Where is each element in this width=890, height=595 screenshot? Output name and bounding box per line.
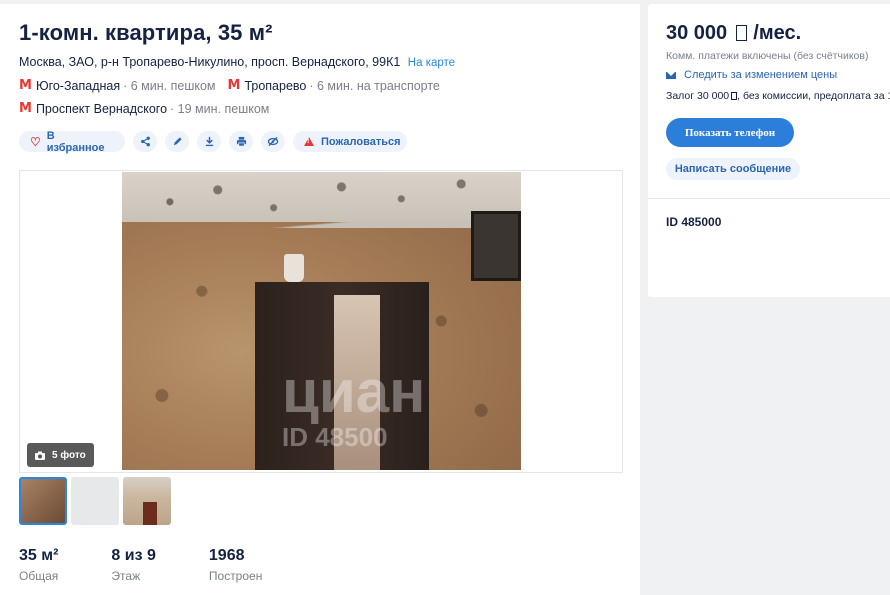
thumbnail[interactable] [71, 477, 119, 525]
metro-name: Проспект Вернадского [35, 101, 168, 116]
photo-count-badge[interactable]: 5 фото [27, 443, 94, 467]
stat-label: Общая [19, 569, 59, 583]
follow-price-label: Следить за изменением цены [684, 69, 838, 81]
metro-station[interactable]: М Тропарево · 6 мин. на транспорте [228, 78, 440, 93]
photo-count-text: 5 фото [52, 449, 86, 461]
metro-row-1: М Юго-Западная · 6 мин. пешком М Тропаре… [19, 78, 452, 93]
write-message-button[interactable]: Написать сообщение [666, 158, 800, 180]
metro-station[interactable]: М Юго-Западная · 6 мин. пешком [19, 78, 216, 93]
listing-id: ID 485000 [666, 215, 722, 229]
thumbnail-strip [19, 477, 171, 525]
follow-price-link[interactable]: Следить за изменением цены [666, 69, 837, 81]
photo-gallery[interactable]: циан ID 48500 5 фото [19, 170, 623, 473]
stat-label: Этаж [111, 569, 141, 583]
stat-value: 8 из 9 [111, 547, 156, 564]
hide-button[interactable] [261, 131, 285, 152]
address-text: Москва, ЗАО, р-н Тропарево-Никулино, про… [19, 55, 401, 69]
deposit-amount: Залог 30 000 [666, 90, 730, 102]
main-photo[interactable]: циан ID 48500 [122, 172, 521, 470]
camera-icon [35, 451, 45, 460]
metro-name: Тропарево [244, 78, 307, 93]
stat-floor: 8 из 9 Этаж [111, 547, 155, 583]
share-button[interactable] [133, 131, 157, 152]
favorite-button[interactable]: ♡ В избранное [19, 129, 125, 154]
pencil-icon [173, 137, 182, 146]
metro-name: Юго-Западная [35, 78, 121, 93]
deposit-details: , без комиссии, предоплата за 1 ме [737, 90, 890, 102]
stat-area: 35 м² Общая [19, 547, 58, 583]
print-button[interactable] [229, 131, 253, 152]
price-suffix: /мес. [753, 22, 802, 44]
apartment-stats: 35 м² Общая 8 из 9 Этаж 1968 Построен [19, 547, 302, 583]
utilities-note: Комм. платежи включены (без счётчиков) [666, 50, 869, 62]
heart-icon: ♡ [30, 134, 41, 149]
stat-label: Построен [208, 569, 263, 583]
stat-value: 35 м² [19, 547, 59, 564]
price-sidebar: 30 000 /мес. Комм. платежи включены (без… [648, 4, 890, 297]
metro-station[interactable]: М Проспект Вернадского · 19 мин. пешком [19, 101, 269, 116]
photo-wall-picture [471, 211, 521, 281]
price-amount: 30 000 [666, 22, 728, 44]
envelope-icon [666, 71, 676, 79]
eye-off-icon [267, 136, 279, 147]
metro-distance: · 6 мин. на транспорте [309, 78, 440, 93]
photo-watermark-id: ID 48500 [282, 422, 388, 452]
warning-icon [304, 137, 314, 146]
address-line: Москва, ЗАО, р-н Тропарево-Никулино, про… [19, 55, 455, 69]
metro-distance: · 19 мин. пешком [170, 101, 270, 116]
thumbnail[interactable] [19, 477, 67, 525]
divider [648, 198, 890, 199]
share-icon [140, 136, 150, 147]
photo-watermark: циан [282, 358, 426, 425]
complain-label: Пожаловаться [321, 135, 401, 148]
download-button[interactable] [197, 131, 221, 152]
price: 30 000 /мес. [666, 22, 801, 45]
deposit-terms: Залог 30 000 , без комиссии, предоплата з… [666, 90, 890, 102]
metro-icon: М [19, 101, 32, 116]
printer-icon [236, 136, 246, 147]
edit-button[interactable] [165, 131, 189, 152]
metro-icon: М [227, 78, 241, 93]
complain-button[interactable]: Пожаловаться [293, 131, 407, 152]
ruble-glyph-icon [735, 25, 747, 41]
metro-row-2: М Проспект Вернадского · 19 мин. пешком [19, 101, 281, 116]
favorite-label: В избранное [46, 129, 105, 154]
show-phone-button[interactable]: Показать телефон [666, 118, 794, 147]
metro-icon: М [19, 78, 32, 93]
action-bar: ♡ В избранное Пожаловаться [19, 129, 407, 154]
photo-vase [284, 254, 304, 282]
listing-title: 1-комн. квартира, 35 м² [19, 20, 273, 45]
map-link[interactable]: На карте [408, 57, 455, 69]
download-icon [205, 136, 213, 147]
thumbnail[interactable] [123, 477, 171, 525]
stat-year: 1968 Построен [209, 547, 262, 583]
stat-value: 1968 [208, 547, 245, 564]
metro-distance: · 6 мин. пешком [123, 78, 216, 93]
